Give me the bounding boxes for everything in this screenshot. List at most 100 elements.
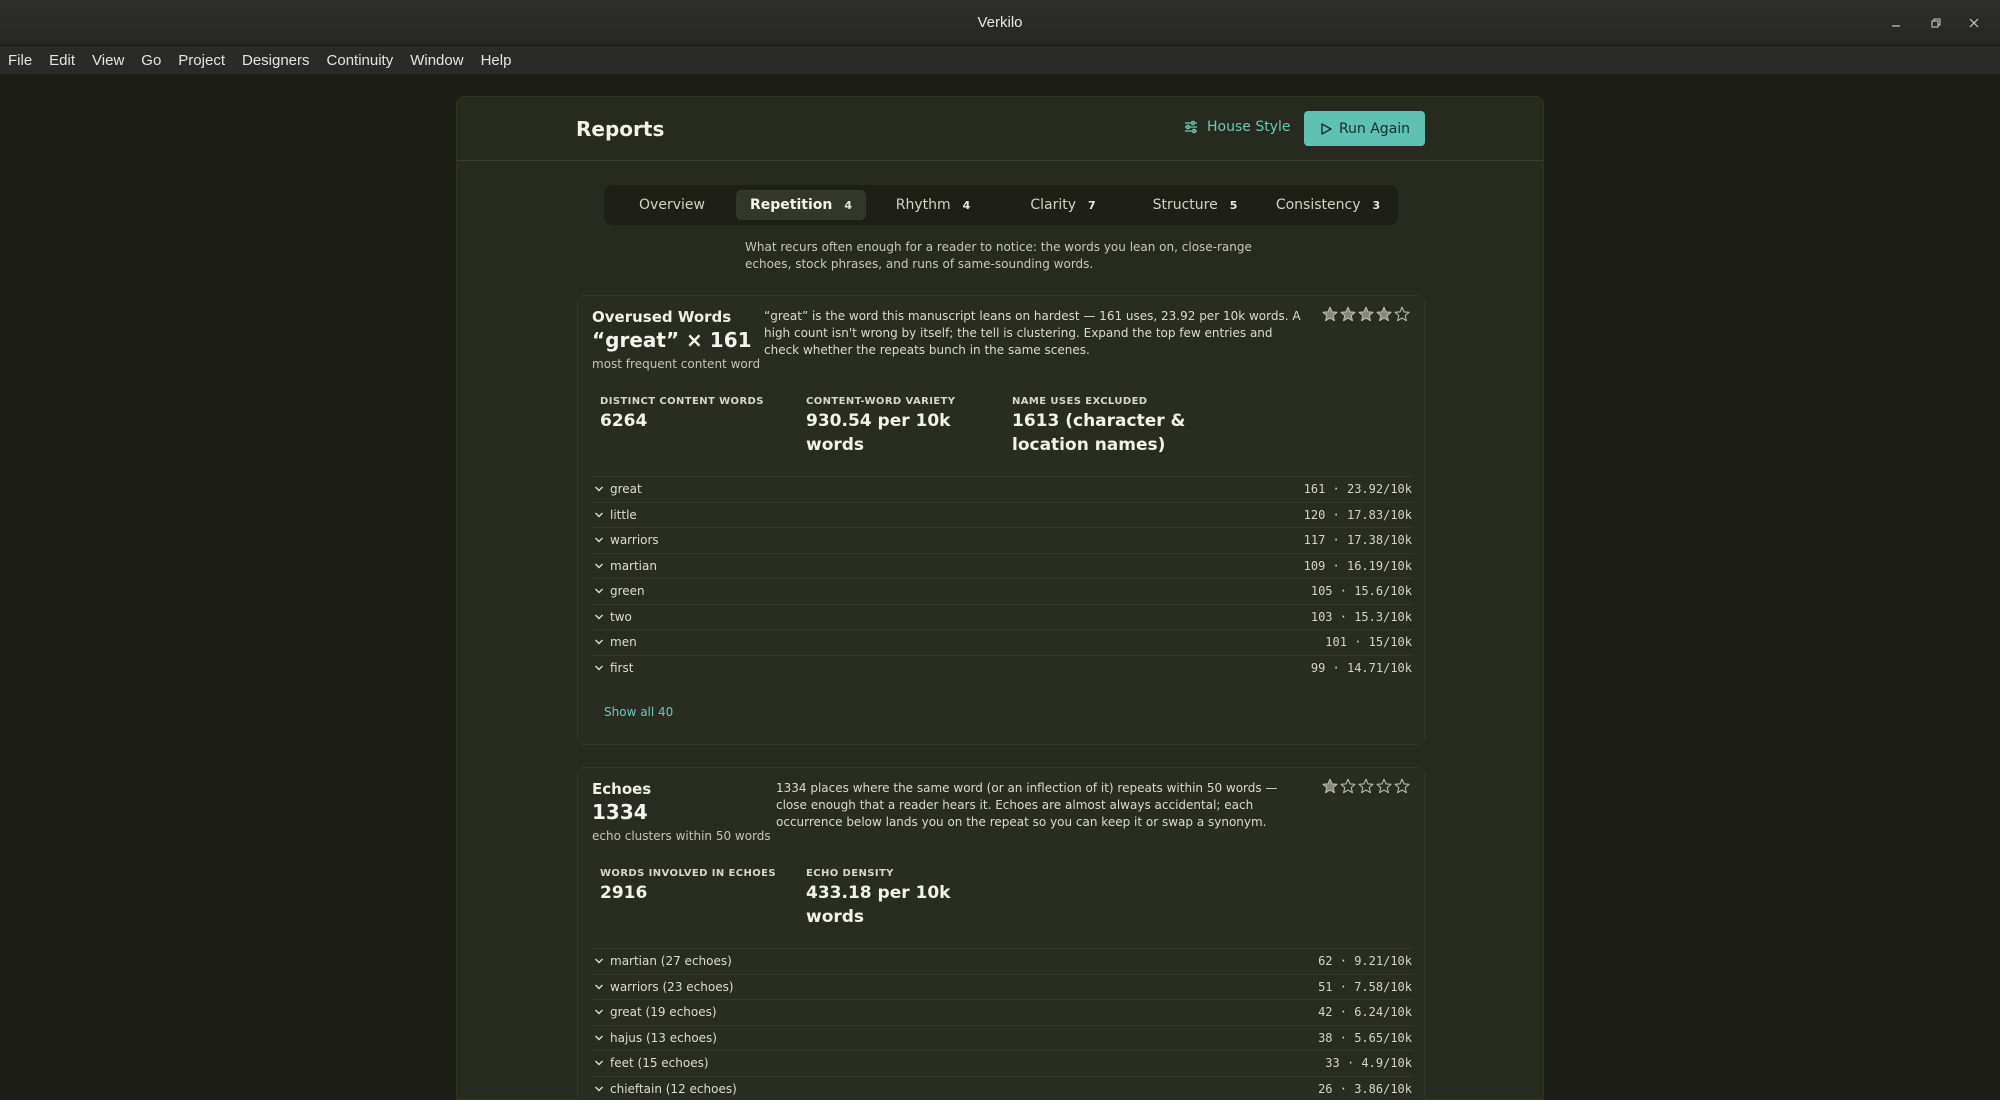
- tab-label: Consistency: [1275, 197, 1361, 213]
- list-item-label: green: [610, 584, 645, 599]
- list-item-count: 105 · 15.6/10k: [1310, 584, 1412, 599]
- tab-count: 4: [962, 198, 971, 212]
- list-item[interactable]: first 99 · 14.71/10k: [592, 654, 1412, 681]
- menu-go[interactable]: Go: [141, 52, 161, 69]
- tab-label: Rhythm: [895, 197, 951, 213]
- star-filled-icon: [1320, 778, 1338, 798]
- chevron-down-icon[interactable]: [594, 982, 604, 992]
- card-title: Echoes: [592, 780, 652, 798]
- chevron-down-icon[interactable]: [594, 586, 604, 596]
- list-item-label: warriors (23 echoes): [610, 979, 734, 994]
- metric-value: 930.54 per 10k words: [806, 411, 951, 455]
- menu-project[interactable]: Project: [178, 52, 225, 69]
- metric: ECHO DENSITY 433.18 per 10k words: [806, 868, 981, 929]
- echo-list: martian (27 echoes) 62 · 9.21/10k warriors…: [592, 948, 1412, 1100]
- card-value: “great” × 161: [592, 328, 752, 352]
- list-item-label: men: [610, 635, 637, 650]
- chevron-down-icon[interactable]: [594, 1058, 604, 1068]
- list-item-label: feet (15 echoes): [610, 1056, 709, 1071]
- list-item-left: martian (27 echoes): [592, 954, 732, 968]
- list-item[interactable]: warriors (23 echoes) 51 · 7.58/10k: [592, 973, 1412, 1000]
- list-item[interactable]: martian 109 · 16.19/10k: [592, 552, 1412, 579]
- tab-overview[interactable]: Overview: [612, 190, 732, 220]
- tab-repetition[interactable]: Repetition 4: [736, 190, 866, 220]
- house-style-button[interactable]: House Style: [1183, 119, 1291, 135]
- close-icon[interactable]: [1954, 0, 1994, 46]
- menu-window[interactable]: Window: [410, 52, 463, 69]
- list-item-count: 42 · 6.24/10k: [1318, 1005, 1412, 1020]
- tab-rhythm[interactable]: Rhythm 4: [870, 190, 996, 220]
- list-item-label: martian: [610, 558, 657, 573]
- list-item-left: chieftain (12 echoes): [592, 1082, 737, 1096]
- list-item-count: 62 · 9.21/10k: [1318, 954, 1412, 969]
- play-icon: [1321, 122, 1332, 135]
- list-item[interactable]: men 101 · 15/10k: [592, 629, 1412, 655]
- list-item-left: warriors: [592, 533, 659, 547]
- star-filled-icon: [1320, 306, 1338, 326]
- tab-consistency[interactable]: Consistency 3: [1264, 190, 1392, 220]
- tab-structure[interactable]: Structure 5: [1130, 190, 1260, 220]
- run-again-button[interactable]: Run Again: [1304, 111, 1425, 146]
- chevron-down-icon[interactable]: [594, 1033, 604, 1043]
- chevron-down-icon[interactable]: [594, 956, 604, 966]
- chevron-down-icon[interactable]: [594, 637, 604, 647]
- list-item[interactable]: warriors 117 · 17.38/10k: [592, 527, 1412, 553]
- list-item-left: green: [592, 584, 645, 598]
- list-item[interactable]: feet (15 echoes) 33 · 4.9/10k: [592, 1050, 1412, 1076]
- list-item-left: two: [592, 610, 632, 624]
- menu-file[interactable]: File: [8, 52, 32, 69]
- card-description: 1334 places where the same word (or an i…: [776, 781, 1278, 829]
- list-item[interactable]: martian (27 echoes) 62 · 9.21/10k: [592, 948, 1412, 974]
- metric-label: ECHO DENSITY: [806, 868, 894, 879]
- star-empty-icon: [1356, 778, 1374, 798]
- metric-label: NAME USES EXCLUDED: [1012, 396, 1148, 407]
- list-item-left: great (19 echoes): [592, 1005, 717, 1019]
- list-item[interactable]: great 161 · 23.92/10k: [592, 476, 1412, 502]
- list-item[interactable]: green 105 · 15.6/10k: [592, 578, 1412, 604]
- list-item-count: 99 · 14.71/10k: [1310, 660, 1412, 675]
- menu-edit[interactable]: Edit: [49, 52, 75, 69]
- sliders-icon: [1185, 120, 1197, 134]
- star-filled-icon: [1374, 306, 1392, 326]
- list-item-label: great (19 echoes): [610, 1005, 717, 1020]
- chevron-down-icon[interactable]: [594, 535, 604, 545]
- list-item-count: 33 · 4.9/10k: [1325, 1056, 1412, 1071]
- list-item[interactable]: two 103 · 15.3/10k: [592, 603, 1412, 630]
- menu-designers[interactable]: Designers: [242, 52, 310, 69]
- word-list: great 161 · 23.92/10k little 120 · 17.83/10…: [592, 476, 1412, 680]
- chevron-down-icon[interactable]: [594, 484, 604, 494]
- chevron-down-icon[interactable]: [594, 1084, 604, 1094]
- chevron-down-icon[interactable]: [594, 663, 604, 673]
- card-title: Overused Words: [592, 308, 732, 326]
- menu-help[interactable]: Help: [481, 52, 512, 69]
- list-item-label: little: [610, 507, 637, 522]
- list-item[interactable]: hajus (13 echoes) 38 · 5.65/10k: [592, 1024, 1412, 1051]
- reports-panel: Reports House Style Run Again Overview R…: [456, 96, 1544, 1100]
- list-item[interactable]: chieftain (12 echoes) 26 · 3.86/10k: [592, 1075, 1412, 1100]
- tab-label: Clarity: [1030, 197, 1076, 213]
- list-item-count: 38 · 5.65/10k: [1318, 1030, 1412, 1045]
- list-item[interactable]: little 120 · 17.83/10k: [592, 501, 1412, 528]
- menu-bar: File Edit View Go Project Designers Cont…: [0, 46, 2000, 74]
- list-item-label: great: [610, 482, 642, 497]
- show-all-link[interactable]: Show all 40: [604, 705, 673, 719]
- minimize-icon[interactable]: [1876, 0, 1916, 46]
- menu-continuity[interactable]: Continuity: [327, 52, 394, 69]
- chevron-down-icon[interactable]: [594, 612, 604, 622]
- list-item-left: warriors (23 echoes): [592, 980, 734, 994]
- card-description: “great” is the word this manuscript lean…: [764, 309, 1301, 357]
- list-item-count: 120 · 17.83/10k: [1303, 507, 1412, 522]
- card-value: 1334: [592, 800, 648, 824]
- list-item-label: two: [610, 609, 632, 624]
- section-intro: What recurs often enough for a reader to…: [745, 240, 1252, 271]
- menu-view[interactable]: View: [92, 52, 124, 69]
- chevron-down-icon[interactable]: [594, 510, 604, 520]
- chevron-down-icon[interactable]: [594, 561, 604, 571]
- page-title: Reports: [576, 117, 665, 141]
- tab-clarity[interactable]: Clarity 7: [1000, 190, 1126, 220]
- restore-icon[interactable]: [1916, 0, 1956, 46]
- chevron-down-icon[interactable]: [594, 1007, 604, 1017]
- list-item-label: martian (27 echoes): [610, 954, 732, 969]
- star-empty-icon: [1338, 778, 1356, 798]
- list-item[interactable]: great (19 echoes) 42 · 6.24/10k: [592, 999, 1412, 1025]
